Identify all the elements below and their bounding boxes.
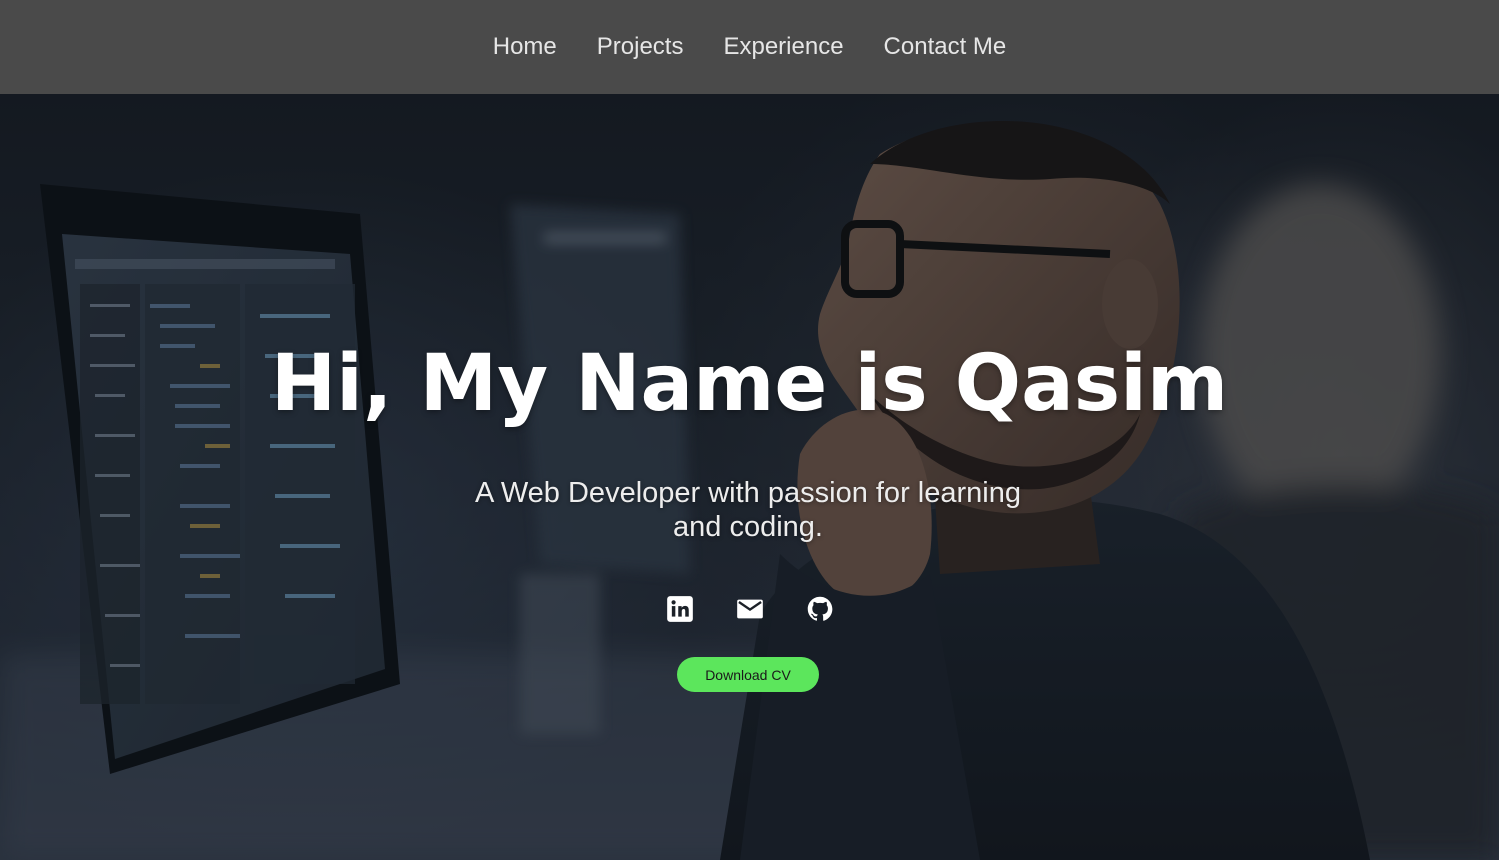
mail-icon xyxy=(736,599,763,619)
hero-title: Hi, My Name is Qasim xyxy=(270,339,1229,429)
nav-link-contact-me[interactable]: Contact Me xyxy=(884,33,1007,61)
linkedin-link[interactable] xyxy=(665,594,695,624)
top-navbar: Home Projects Experience Contact Me xyxy=(0,0,1499,94)
email-link[interactable] xyxy=(735,594,765,624)
hero-content: Hi, My Name is Qasim A Web Developer wit… xyxy=(0,94,1499,860)
nav-link-home[interactable]: Home xyxy=(493,33,557,61)
nav-link-experience[interactable]: Experience xyxy=(723,33,843,61)
hero-subtitle: A Web Developer with passion for learnin… xyxy=(475,477,1021,543)
github-icon xyxy=(807,596,832,621)
download-cv-button[interactable]: Download CV xyxy=(677,657,819,692)
github-link[interactable] xyxy=(805,594,835,624)
linkedin-icon xyxy=(666,596,693,622)
nav-link-projects[interactable]: Projects xyxy=(597,33,684,61)
social-links xyxy=(0,594,1499,624)
